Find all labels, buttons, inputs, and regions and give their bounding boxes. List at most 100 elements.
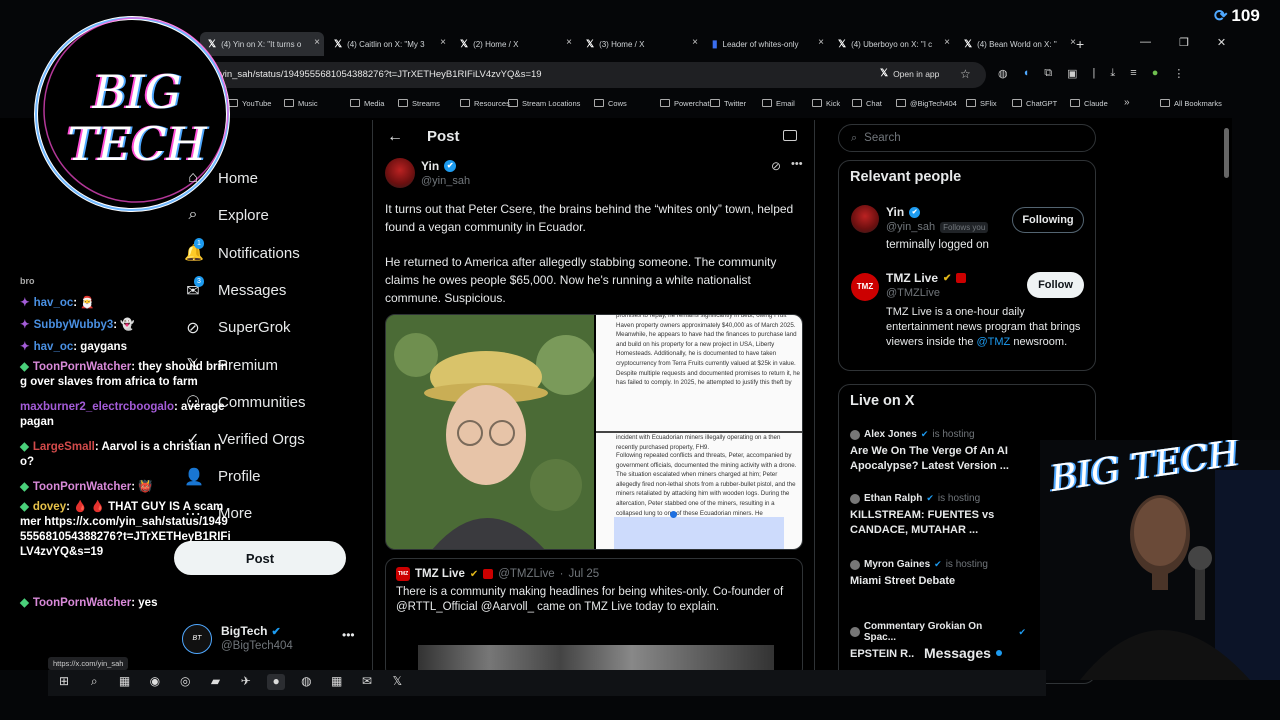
media-icon[interactable]: ≡ [1130, 67, 1136, 80]
file-explorer-icon[interactable]: ▰ [207, 674, 225, 690]
gold-verified-icon: ✔ [943, 272, 952, 284]
bookmark-item[interactable]: Stream Locations [508, 94, 580, 112]
tab-close-icon[interactable]: × [566, 37, 572, 48]
bookmark-item[interactable]: Resources [460, 94, 510, 112]
tab-close-icon[interactable]: × [818, 37, 824, 48]
bookmark-item[interactable]: Streams [398, 94, 440, 112]
chat-username[interactable]: ToonPornWatcher [33, 481, 131, 493]
grok-icon[interactable]: ⊘ [771, 159, 781, 173]
bookmark-item[interactable]: Music [284, 94, 318, 112]
relevant-yin-name[interactable]: Yin [886, 205, 904, 219]
bookmark-item[interactable]: Twitter [710, 94, 746, 112]
author-name[interactable]: Yin [421, 159, 439, 173]
chat-username[interactable]: hav_oc [34, 297, 74, 309]
telegram-icon[interactable]: ✉ [358, 674, 376, 690]
extension-audio-icon[interactable]: ◖ [1023, 67, 1030, 80]
search-icon[interactable]: ⌕ [85, 674, 103, 690]
tab-close-icon[interactable]: × [692, 37, 698, 48]
relevant-tmz-name[interactable]: TMZ Live [886, 271, 938, 285]
tab-close-icon[interactable]: × [314, 37, 320, 48]
maximize-icon[interactable]: ❐ [1179, 36, 1189, 49]
all-bookmarks[interactable]: All Bookmarks [1160, 94, 1222, 112]
messages-dock[interactable]: Messages [914, 638, 1044, 668]
live-item[interactable]: Myron Gaines ✔ is hosting Miami Street Deba… [850, 559, 1030, 589]
tmz-mention-link[interactable]: @TMZ [977, 336, 1011, 348]
chat-username[interactable]: SubbyWubby3 [34, 319, 114, 331]
author-handle[interactable]: @yin_sah [421, 175, 470, 187]
start-icon[interactable]: ⊞ [55, 674, 73, 690]
copilot-icon[interactable]: ◉ [146, 674, 164, 690]
nav-notifications[interactable]: 🔔 1 Notifications [184, 238, 300, 263]
tab-label: (2) Home / X [473, 39, 519, 49]
task-view-icon[interactable]: ▦ [116, 674, 134, 690]
bookmark-item[interactable]: Media [350, 94, 384, 112]
bookmark-item[interactable]: Powerchat [660, 94, 709, 112]
bookmark-item[interactable]: YouTube [228, 94, 271, 112]
chat-username[interactable]: maxburner2_electrcboogalo [20, 401, 174, 413]
download-icon[interactable]: ⤓ [1110, 67, 1115, 80]
tab-close-icon[interactable]: × [944, 37, 950, 48]
chat-username[interactable]: dovey [33, 501, 66, 513]
tab[interactable]: 𝕏 (3) Home / X × [578, 32, 702, 56]
open-in-app-button[interactable]: 𝕏 Open in app [880, 68, 939, 79]
bookmark-item[interactable]: SFlix [966, 94, 997, 112]
follow-button[interactable]: Follow [1027, 272, 1084, 298]
chat-username[interactable]: ToonPornWatcher [33, 361, 131, 373]
tab[interactable]: ▮ Leader of whites-only × [704, 32, 828, 56]
bookmark-item[interactable]: Claude [1070, 94, 1108, 112]
nav-explore[interactable]: ⌕ Explore [184, 206, 269, 224]
tab[interactable]: 𝕏 (4) Caitlin on X: "My 3 × [326, 32, 450, 56]
extension-cookie-icon[interactable]: ◍ [998, 67, 1008, 80]
search-box[interactable]: ⌕ Search [838, 124, 1096, 152]
bookmark-item[interactable]: Kick [812, 94, 840, 112]
portrait-image[interactable] [386, 315, 594, 549]
document-image[interactable]: promises to repay, he remains significan… [596, 315, 802, 549]
tab[interactable]: 𝕏 (2) Home / X × [452, 32, 576, 56]
chat-username[interactable]: ToonPornWatcher [33, 597, 131, 609]
obs-icon[interactable]: ◍ [297, 674, 315, 690]
bookmark-star-icon[interactable]: ☆ [960, 67, 971, 81]
close-icon[interactable]: ✕ [1217, 36, 1226, 49]
quote-author-handle: @TMZLive [498, 568, 555, 580]
tab-close-icon[interactable]: × [440, 37, 446, 48]
account-switcher[interactable]: BT BigTech ✔ @BigTech404 ••• [182, 622, 358, 658]
nav-home[interactable]: ⌂ Home [184, 169, 258, 187]
reader-mode-icon[interactable] [783, 130, 797, 141]
more-dots-icon[interactable]: ••• [342, 628, 355, 642]
chat-username[interactable]: hav_oc [34, 341, 74, 353]
counter-value: 109 [1231, 6, 1260, 25]
relevant-tmz-avatar[interactable]: TMZ [851, 273, 879, 301]
relevant-yin-avatar[interactable] [851, 205, 879, 233]
new-tab-button[interactable]: + [1076, 36, 1084, 52]
steam-icon[interactable]: ✈ [237, 674, 255, 690]
tab[interactable]: 𝕏 (4) Uberboyo on X: "I c × [830, 32, 954, 56]
live-item[interactable]: Alex Jones ✔ is hosting Are We On The Verge… [850, 429, 1030, 474]
bookmark-item[interactable]: ChatGPT [1012, 94, 1057, 112]
discord-icon[interactable]: ◎ [176, 674, 194, 690]
app-icon[interactable]: ▦ [328, 674, 346, 690]
post-more-icon[interactable]: ••• [791, 158, 803, 170]
post-media[interactable]: promises to repay, he remains significan… [385, 314, 803, 550]
tab[interactable]: 𝕏 (4) Bean World on X: " × [956, 32, 1080, 56]
live-item[interactable]: Ethan Ralph ✔ is hosting KILLSTREAM: FUENTE… [850, 493, 1030, 538]
sidebar-icon[interactable]: ▣ [1067, 67, 1077, 80]
chrome-icon[interactable]: ● [267, 674, 286, 690]
bookmark-item[interactable]: Chat [852, 94, 882, 112]
bookmarks-overflow-icon[interactable]: » [1124, 97, 1130, 108]
chat-username[interactable]: LargeSmall [33, 441, 95, 453]
minimize-icon[interactable]: — [1140, 36, 1151, 49]
address-bar[interactable]: x.com/yin_sah/status/1949555681054388276… [180, 62, 986, 88]
menu-icon[interactable]: ⋮ [1173, 67, 1184, 80]
page-scrollbar[interactable] [1224, 128, 1229, 178]
chat-username[interactable]: bro [20, 276, 35, 286]
following-button[interactable]: Following [1012, 207, 1084, 233]
bookmark-item[interactable]: Cows [594, 94, 627, 112]
back-arrow-icon[interactable]: ← [387, 128, 403, 146]
author-avatar[interactable] [385, 158, 415, 188]
x-logo-icon[interactable]: 𝕏 [388, 674, 406, 690]
extension-puzzle-icon[interactable]: ⧉ [1044, 67, 1052, 80]
quoted-post[interactable]: TMZ TMZ Live ✔ @TMZLive · Jul 25 There i… [385, 558, 803, 678]
profile-avatar-icon[interactable]: ● [1152, 67, 1159, 80]
bookmark-item[interactable]: Email [762, 94, 795, 112]
bookmark-item[interactable]: @BigTech404 [896, 94, 957, 112]
